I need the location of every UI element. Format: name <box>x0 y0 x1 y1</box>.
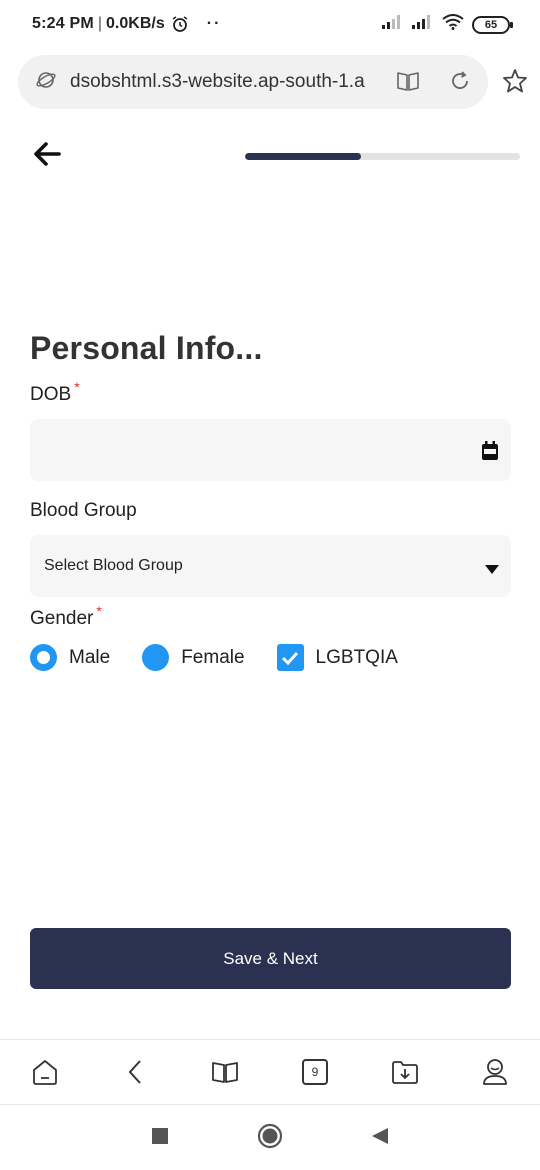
radio-icon[interactable] <box>142 644 170 671</box>
gender-option-label: Male <box>69 646 111 668</box>
page-title: Personal Info... <box>30 330 263 366</box>
wifi-icon <box>442 14 464 35</box>
status-time: 5:24 PM <box>32 15 94 32</box>
dob-label: DOB * <box>30 379 80 406</box>
url-text[interactable]: dsobshtml.s3-website.ap-south-1.a <box>70 71 370 93</box>
gender-option-female[interactable]: Female <box>142 644 245 671</box>
blood-group-label: Blood Group <box>30 500 137 521</box>
gender-label: Gender * <box>30 603 102 630</box>
gender-option-label: Female <box>181 646 245 668</box>
save-next-button[interactable]: Save & Next <box>30 928 511 989</box>
signal-icon-2 <box>412 15 434 34</box>
reload-icon[interactable] <box>448 69 472 98</box>
required-asterisk: * <box>74 379 80 395</box>
dob-field[interactable] <box>30 419 511 481</box>
tabs-button[interactable]: 9 <box>295 1052 335 1092</box>
network-speed: 0.0KB/s <box>106 15 165 32</box>
blood-group-select[interactable]: Select Blood Group <box>30 535 511 597</box>
back-arrow-icon[interactable] <box>32 140 62 173</box>
gender-option-lgbtqia[interactable]: LGBTQIA <box>276 644 398 671</box>
browser-toolbar: 9 <box>0 1039 540 1105</box>
gender-label-text: Gender <box>30 608 94 629</box>
radio-selected-icon[interactable] <box>30 644 57 671</box>
bookmarks-icon[interactable] <box>205 1052 245 1092</box>
gender-option-male[interactable]: Male <box>30 644 110 671</box>
dob-label-text: DOB <box>30 384 72 405</box>
checkbox-checked-icon[interactable] <box>276 644 304 671</box>
status-icons: 65 <box>382 14 513 35</box>
address-bar[interactable]: dsobshtml.s3-website.ap-south-1.a <box>18 55 488 109</box>
signal-icon <box>382 15 404 34</box>
system-back-icon[interactable] <box>371 1127 389 1150</box>
gender-options: Male Female LGBTQIA <box>30 644 430 671</box>
bookmark-star-icon[interactable] <box>502 68 528 99</box>
progress-fill <box>245 153 361 160</box>
home-circle-icon[interactable] <box>257 1123 283 1154</box>
notification-dots: ·· <box>206 15 222 32</box>
status-separator: | <box>97 15 103 32</box>
calendar-icon[interactable] <box>481 441 499 466</box>
battery-icon: 65 <box>472 15 513 34</box>
system-navigation <box>0 1106 540 1170</box>
recents-icon[interactable] <box>151 1127 169 1150</box>
alarm-icon <box>171 15 189 33</box>
back-icon[interactable] <box>115 1052 155 1092</box>
site-globe-icon <box>36 70 56 95</box>
home-icon[interactable] <box>25 1052 65 1092</box>
gender-option-label: LGBTQIA <box>315 646 398 668</box>
dropdown-caret-icon <box>485 561 499 579</box>
downloads-icon[interactable] <box>385 1052 425 1092</box>
tab-count: 9 <box>302 1059 328 1085</box>
reader-mode-icon[interactable] <box>396 70 420 97</box>
required-asterisk: * <box>96 603 102 619</box>
blood-group-placeholder: Select Blood Group <box>44 557 183 574</box>
profile-icon[interactable] <box>475 1052 515 1092</box>
progress-bar <box>245 153 520 160</box>
